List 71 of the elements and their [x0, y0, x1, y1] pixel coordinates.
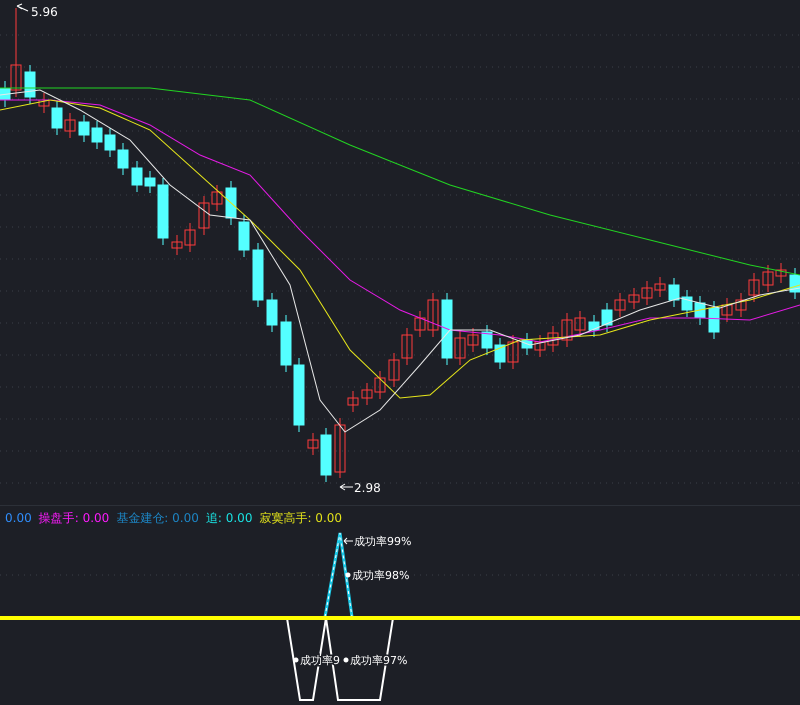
- candle: [708, 300, 720, 340]
- candle: [362, 382, 372, 406]
- candle: [614, 292, 626, 318]
- candle: [748, 272, 760, 302]
- candle: [158, 178, 168, 246]
- candle: [348, 390, 358, 412]
- candle: [682, 290, 692, 318]
- candle: [642, 280, 652, 306]
- candle: [266, 292, 278, 332]
- dot-icon: [344, 658, 348, 662]
- candle: [414, 310, 426, 338]
- candle: [534, 334, 546, 358]
- candle: [118, 142, 128, 176]
- candle: [762, 264, 774, 292]
- candle: [52, 100, 62, 136]
- success-rate-label: 成功率98%: [352, 569, 410, 582]
- candle: [308, 432, 318, 456]
- pointer-icon: [16, 4, 28, 12]
- pointer-icon: [340, 484, 354, 490]
- candle: [428, 292, 438, 338]
- candle: [722, 298, 732, 322]
- candle: [238, 214, 250, 258]
- candle: [654, 276, 666, 298]
- candle: [24, 64, 36, 104]
- candle: [482, 324, 492, 356]
- candle: [468, 328, 478, 352]
- candle: [184, 222, 196, 252]
- candle: [374, 370, 386, 400]
- candle: [38, 92, 50, 114]
- low-price-label: 2.98: [354, 481, 381, 495]
- candle: [132, 160, 142, 192]
- candle: [562, 312, 572, 348]
- candle: [736, 292, 746, 318]
- candle: [320, 428, 332, 482]
- candle: [694, 296, 706, 326]
- candle: [508, 334, 518, 370]
- indicator-value: 寂寞高手: 0.00: [259, 511, 342, 525]
- candle: [668, 278, 680, 308]
- candle: [628, 288, 640, 310]
- candle: [388, 352, 400, 388]
- candle: [64, 112, 76, 138]
- candle: [104, 128, 116, 158]
- candle: [454, 330, 466, 366]
- candle: [172, 234, 182, 256]
- candle: [92, 120, 102, 150]
- dot-icon: [346, 572, 350, 578]
- candle: [226, 180, 236, 226]
- candle: [252, 242, 264, 308]
- indicator-value: 追: 0.00: [206, 511, 252, 525]
- candle: [144, 170, 156, 194]
- candle: [522, 332, 532, 356]
- pointer-icon: [344, 538, 354, 544]
- candle: [402, 328, 412, 366]
- candle: [198, 196, 210, 236]
- indicator-value: 操盘手: 0.00: [38, 511, 110, 525]
- success-rate-label: 成功率99%: [354, 535, 412, 548]
- candle: [494, 338, 506, 370]
- candle: [790, 268, 800, 300]
- high-price-label: 5.96: [31, 5, 58, 19]
- dot-icon: [294, 658, 298, 662]
- candle: [602, 302, 612, 332]
- candle: [334, 418, 346, 478]
- candle: [548, 326, 558, 352]
- indicator-value: 0.00: [5, 511, 32, 525]
- candle: [776, 262, 786, 284]
- indicator-value: 基金建仓: 0.00: [116, 511, 199, 525]
- candle: [280, 314, 292, 372]
- candle: [574, 310, 586, 338]
- candle: [588, 314, 600, 338]
- candle: [212, 184, 222, 212]
- candle: [78, 114, 90, 142]
